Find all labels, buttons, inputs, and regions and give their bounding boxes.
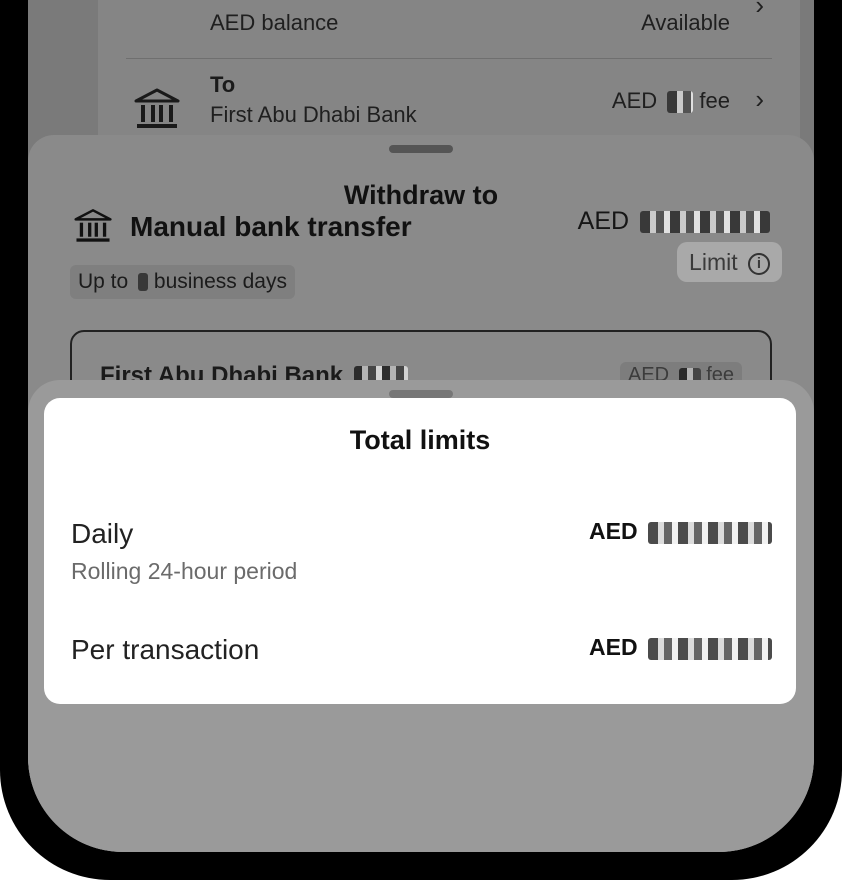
- balance-status: Available: [641, 10, 730, 35]
- amount-prefix: AED: [577, 207, 630, 235]
- total-limits-dialog: Total limits Daily Rolling 24-hour perio…: [44, 398, 796, 704]
- chevron-right-icon: ›: [755, 0, 764, 20]
- per-transaction-row: Per transaction AED: [71, 634, 772, 666]
- daily-limit-row: Daily Rolling 24-hour period AED: [71, 518, 772, 585]
- to-bank-name: First Abu Dhabi Bank: [210, 102, 417, 127]
- bank-icon: [134, 88, 180, 135]
- chevron-right-icon: ›: [755, 84, 764, 114]
- daily-limit-value: AED: [589, 518, 772, 545]
- redacted-value: [667, 91, 694, 114]
- sheet-handle[interactable]: [389, 145, 453, 153]
- dialog-title: Total limits: [349, 425, 491, 455]
- daily-subtitle: Rolling 24-hour period: [71, 558, 298, 584]
- fee-prefix: AED: [611, 88, 658, 113]
- days-prefix: Up to: [78, 270, 129, 293]
- limit-button[interactable]: Limit i: [677, 242, 782, 282]
- balance-label: AED balance: [210, 10, 339, 35]
- sheet-handle[interactable]: [389, 390, 453, 398]
- to-fee: AED fee: [612, 88, 730, 114]
- redacted-value: [648, 521, 772, 544]
- source-row[interactable]: !.5 AED balance Available ›: [126, 0, 772, 58]
- days-suffix: business days: [153, 270, 287, 293]
- to-title: To: [210, 72, 236, 97]
- info-icon: i: [748, 252, 770, 275]
- redacted-value: [648, 637, 772, 660]
- per-transaction-value: AED: [589, 634, 772, 661]
- method-amount: AED: [578, 207, 770, 236]
- limit-label: Limit: [689, 249, 738, 275]
- redacted-value: [640, 211, 770, 234]
- method-title: Manual bank transfer: [130, 211, 412, 242]
- value-prefix: AED: [589, 634, 638, 660]
- phone-frame: !.5 AED balance Available › To First Abu…: [0, 0, 842, 880]
- screen: !.5 AED balance Available › To First Abu…: [28, 0, 814, 852]
- bank-icon: [74, 207, 112, 250]
- fee-suffix: fee: [699, 88, 730, 113]
- redacted-value: [138, 273, 149, 292]
- divider: [126, 58, 772, 59]
- value-prefix: AED: [589, 518, 638, 544]
- business-days-badge: Up to business days: [70, 265, 295, 299]
